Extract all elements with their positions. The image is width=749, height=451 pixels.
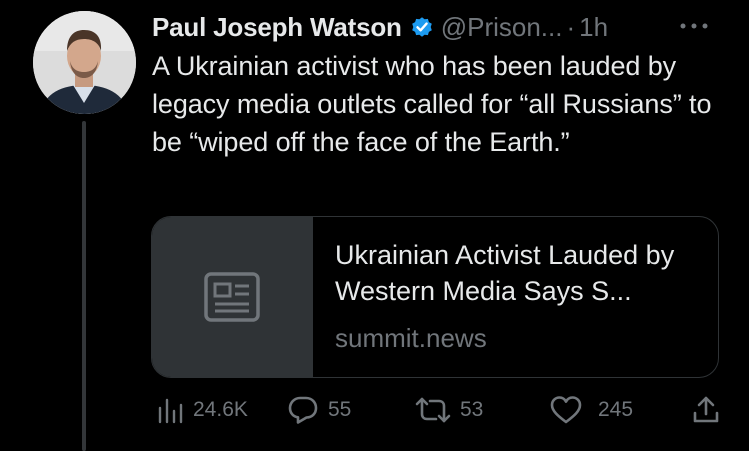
more-dots-icon [680, 23, 708, 29]
heart-icon [550, 396, 582, 424]
avatar[interactable] [33, 11, 136, 114]
reply-button[interactable]: 55 [287, 390, 351, 430]
separator-dot: · [566, 11, 576, 42]
card-thumbnail [152, 217, 313, 377]
tweet-timestamp[interactable]: 1h [579, 12, 608, 43]
card-title: Ukrainian Activist Lauded by Western Med… [335, 240, 675, 306]
tweet-header: Paul Joseph Watson @Prison... · 1h [152, 7, 608, 47]
retweet-icon [415, 397, 451, 423]
views-count: 24.6K [193, 398, 248, 421]
reply-count: 55 [328, 398, 352, 421]
link-card[interactable]: Ukrainian Activist Lauded by Western Med… [151, 216, 719, 378]
author-handle[interactable]: @Prison... [441, 12, 563, 43]
retweet-count: 53 [460, 398, 484, 421]
share-icon [693, 396, 719, 423]
share-button[interactable] [691, 390, 721, 430]
views-button[interactable]: 24.6K [156, 390, 248, 430]
more-options-button[interactable] [672, 14, 716, 38]
verified-badge-icon [410, 15, 434, 39]
author-name[interactable]: Paul Joseph Watson [152, 12, 402, 43]
card-body: Ukrainian Activist Lauded by Western Med… [313, 217, 705, 377]
avatar-portrait-icon [33, 11, 136, 114]
like-count: 245 [598, 398, 634, 421]
tweet-text: A Ukrainian activist who has been lauded… [152, 51, 712, 157]
retweet-button[interactable]: 53 [413, 390, 483, 430]
like-button[interactable]: 245 [549, 390, 633, 430]
article-placeholder-icon [204, 272, 260, 322]
action-bar: 24.6K 55 53 245 [0, 390, 749, 430]
reply-bubble-icon [288, 396, 318, 424]
card-domain: summit.news [335, 323, 487, 353]
views-bar-chart-icon [158, 398, 183, 424]
